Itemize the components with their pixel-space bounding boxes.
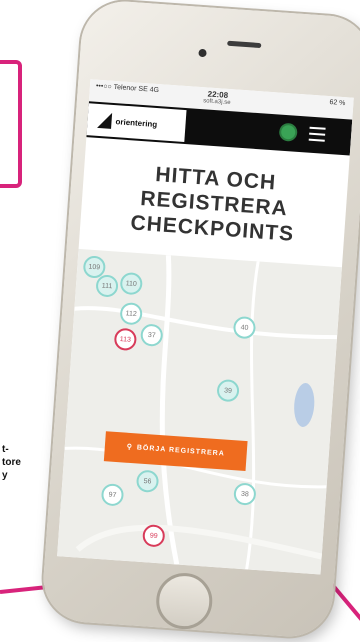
phone: •••○○ Telenor SE 4G 22:08 soft.a3j.se 62…	[40, 0, 360, 640]
page-title: HITTA OCH REGISTRERA CHECKPOINTS	[79, 137, 350, 267]
url-label: soft.a3j.se	[202, 98, 231, 107]
hamburger-menu-icon[interactable]	[308, 126, 326, 146]
battery-indicator: 62 %	[329, 99, 346, 108]
screen: •••○○ Telenor SE 4G 22:08 soft.a3j.se 62…	[57, 79, 354, 575]
logo-mark-icon	[97, 111, 113, 129]
carrier-label: •••○○ Telenor SE 4G	[95, 82, 160, 95]
avatar[interactable]	[278, 122, 298, 142]
checkpoint-map[interactable]: 109 111 110 112 113 37 40 39 56 38 97 99…	[57, 248, 342, 575]
map-pin-icon: ⚲	[126, 443, 134, 452]
logo-text: orientering	[115, 116, 158, 129]
magazine-frame	[0, 60, 22, 188]
logo[interactable]: orientering	[86, 103, 187, 142]
start-registering-label: BÖRJA REGISTRERA	[136, 444, 225, 458]
map-roads	[64, 255, 338, 570]
